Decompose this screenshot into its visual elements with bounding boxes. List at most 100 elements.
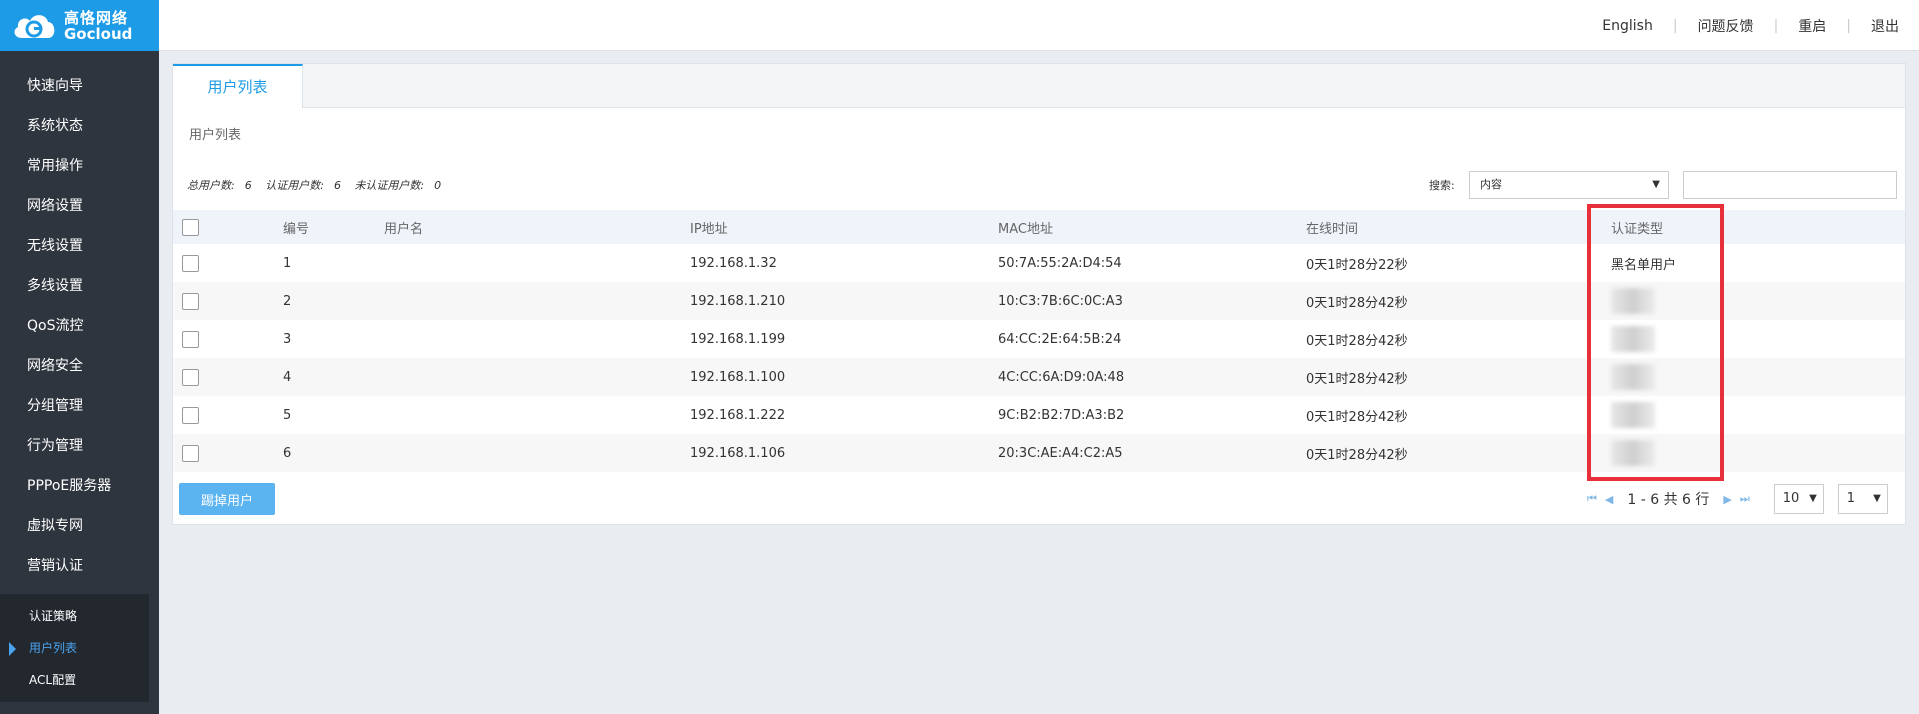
sidebar-item-system-status[interactable]: 系统状态 <box>0 106 159 146</box>
header-username: 用户名 <box>384 221 424 237</box>
table-row[interactable]: 4 192.168.1.100 4C:CC:6A:D9:0A:48 0天1时28分42… <box>173 358 1905 396</box>
row-checkbox[interactable] <box>182 254 199 272</box>
select-all-checkbox[interactable] <box>182 218 199 236</box>
prev-page-icon[interactable]: ◀ <box>1605 493 1613 506</box>
table-row[interactable]: 1 192.168.1.32 50:7A:55:2A:D4:54 0天1时28分22秒… <box>173 244 1905 282</box>
header-auth-type: 认证类型 <box>1611 221 1664 237</box>
unauth-users-value: 0 <box>434 179 442 192</box>
feedback-link[interactable]: 问题反馈 <box>1698 16 1754 36</box>
pagination: ⏮ ◀ 1 - 6 共 6 行 ▶ ⏭ 10 ▼ 1 ▼ <box>1583 483 1888 515</box>
online-time-cell: 0天1时28分42秒 <box>1306 409 1408 425</box>
header-ip: IP地址 <box>690 221 728 237</box>
sidebar-item-vpn[interactable]: 虚拟专网 <box>0 506 159 546</box>
row-checkbox-cell <box>182 320 199 358</box>
no-cell: 1 <box>283 255 292 271</box>
page-size-select[interactable]: 10 ▼ <box>1773 484 1824 514</box>
sidebar-menu: 快速向导 系统状态 常用操作 网络设置 无线设置 多线设置 QoS流控 网络安全… <box>0 66 159 586</box>
sidebar-item-behavior-management[interactable]: 行为管理 <box>0 426 159 466</box>
header-online-time: 在线时间 <box>1306 221 1359 237</box>
online-time-cell: 0天1时28分42秒 <box>1306 447 1408 463</box>
row-checkbox[interactable] <box>182 368 199 386</box>
auth-users-value: 6 <box>333 179 341 192</box>
chevron-down-icon: ▼ <box>1873 493 1881 504</box>
sidebar-item-quick-guide[interactable]: 快速向导 <box>0 66 159 106</box>
top-links: English | 问题反馈 | 重启 | 退出 <box>1602 0 1899 51</box>
submenu-item-auth-policy[interactable]: 认证策略 <box>0 600 149 632</box>
row-checkbox[interactable] <box>182 292 199 310</box>
table-row[interactable]: 5 192.168.1.222 9C:B2:B2:7D:A3:B2 0天1时28分42… <box>173 396 1905 434</box>
sidebar-submenu: 认证策略 用户列表 ACL配置 <box>0 594 149 702</box>
section-title: 用户列表 <box>189 128 242 143</box>
redacted-value <box>1611 402 1655 428</box>
row-checkbox[interactable] <box>182 330 199 348</box>
first-page-icon[interactable]: ⏮ <box>1587 492 1597 506</box>
table-row[interactable]: 2 192.168.1.210 10:C3:7B:6C:0C:A3 0天1时28分42… <box>173 282 1905 320</box>
header-mac: MAC地址 <box>998 221 1053 237</box>
next-page-icon[interactable]: ▶ <box>1723 493 1731 506</box>
brand-name-en: Gocloud <box>64 24 133 43</box>
header-no: 编号 <box>283 221 310 237</box>
active-marker-icon <box>9 642 16 656</box>
redacted-value <box>1611 288 1655 314</box>
sidebar-item-network-security[interactable]: 网络安全 <box>0 346 159 386</box>
restart-link[interactable]: 重启 <box>1798 16 1826 36</box>
mac-cell: 20:3C:AE:A4:C2:A5 <box>998 445 1123 461</box>
table-row[interactable]: 3 192.168.1.199 64:CC:2E:64:5B:24 0天1时28分42… <box>173 320 1905 358</box>
english-link[interactable]: English <box>1602 18 1653 34</box>
divider: | <box>1773 17 1779 34</box>
submenu-item-label: 用户列表 <box>29 641 78 655</box>
table-header: 编号 用户名 IP地址 MAC地址 在线时间 认证类型 <box>173 210 1905 244</box>
pagination-summary: 1 - 6 共 6 行 <box>1627 492 1710 508</box>
mac-cell: 4C:CC:6A:D9:0A:48 <box>998 369 1125 385</box>
sidebar-item-common-ops[interactable]: 常用操作 <box>0 146 159 186</box>
sidebar-item-multiline-settings[interactable]: 多线设置 <box>0 266 159 306</box>
online-time-cell: 0天1时28分42秒 <box>1306 371 1408 387</box>
user-counts: 总用户数: 6 认证用户数: 6 未认证用户数: 0 <box>187 177 451 193</box>
tab-bar: 用户列表 <box>173 64 1905 108</box>
select-all-cell <box>182 210 199 244</box>
no-cell: 2 <box>283 293 292 309</box>
row-checkbox[interactable] <box>182 406 199 424</box>
row-checkbox[interactable] <box>182 444 199 462</box>
total-users-label: 总用户数: <box>187 179 235 192</box>
search-field-select[interactable]: 内容 ▼ <box>1469 171 1669 199</box>
auth-type-cell: 黑名单用户 <box>1611 257 1677 273</box>
page-number-select[interactable]: 1 ▼ <box>1837 484 1888 514</box>
online-time-cell: 0天1时28分42秒 <box>1306 333 1408 349</box>
cloud-logo-icon <box>14 14 55 38</box>
mac-cell: 9C:B2:B2:7D:A3:B2 <box>998 407 1125 423</box>
row-checkbox-cell <box>182 244 199 282</box>
tab-user-list[interactable]: 用户列表 <box>173 64 303 108</box>
sidebar: 高恪网络 Gocloud 快速向导 系统状态 常用操作 网络设置 无线设置 多线… <box>0 0 159 714</box>
logout-link[interactable]: 退出 <box>1871 16 1899 36</box>
submenu-item-user-list[interactable]: 用户列表 <box>0 632 149 664</box>
brand-logo[interactable]: 高恪网络 Gocloud <box>0 0 159 51</box>
redacted-value <box>1611 326 1655 352</box>
sidebar-item-marketing-auth[interactable]: 营销认证 <box>0 546 159 586</box>
unauth-users-label: 未认证用户数: <box>354 179 425 192</box>
row-checkbox-cell <box>182 282 199 320</box>
last-page-icon[interactable]: ⏭ <box>1740 492 1750 506</box>
table-row[interactable]: 6 192.168.1.106 20:3C:AE:A4:C2:A5 0天1时28分42… <box>173 434 1905 472</box>
no-cell: 3 <box>283 331 292 347</box>
user-table: 编号 用户名 IP地址 MAC地址 在线时间 认证类型 1 192.168.1.3… <box>173 210 1905 472</box>
submenu-item-label: 认证策略 <box>29 609 78 623</box>
search-input[interactable] <box>1683 171 1897 199</box>
sidebar-item-group-management[interactable]: 分组管理 <box>0 386 159 426</box>
sidebar-item-pppoe-server[interactable]: PPPoE服务器 <box>0 466 159 506</box>
kick-user-button[interactable]: 踢掉用户 <box>179 483 275 515</box>
sidebar-item-qos[interactable]: QoS流控 <box>0 306 159 346</box>
auth-users-label: 认证用户数: <box>265 179 324 192</box>
sidebar-item-network-settings[interactable]: 网络设置 <box>0 186 159 226</box>
ip-cell: 192.168.1.210 <box>690 293 786 309</box>
table-body: 1 192.168.1.32 50:7A:55:2A:D4:54 0天1时28分22秒… <box>173 244 1905 472</box>
online-time-cell: 0天1时28分42秒 <box>1306 295 1408 311</box>
main-panel: 用户列表 用户列表 总用户数: 6 认证用户数: 6 未认证用户数: 0 搜索: 内容… <box>172 63 1906 525</box>
redacted-value <box>1611 364 1655 390</box>
divider: | <box>1846 17 1851 34</box>
sidebar-item-wireless-settings[interactable]: 无线设置 <box>0 226 159 266</box>
submenu-item-acl-config[interactable]: ACL配置 <box>0 664 149 696</box>
row-checkbox-cell <box>182 358 199 396</box>
no-cell: 5 <box>283 407 292 423</box>
redacted-value <box>1611 440 1655 466</box>
